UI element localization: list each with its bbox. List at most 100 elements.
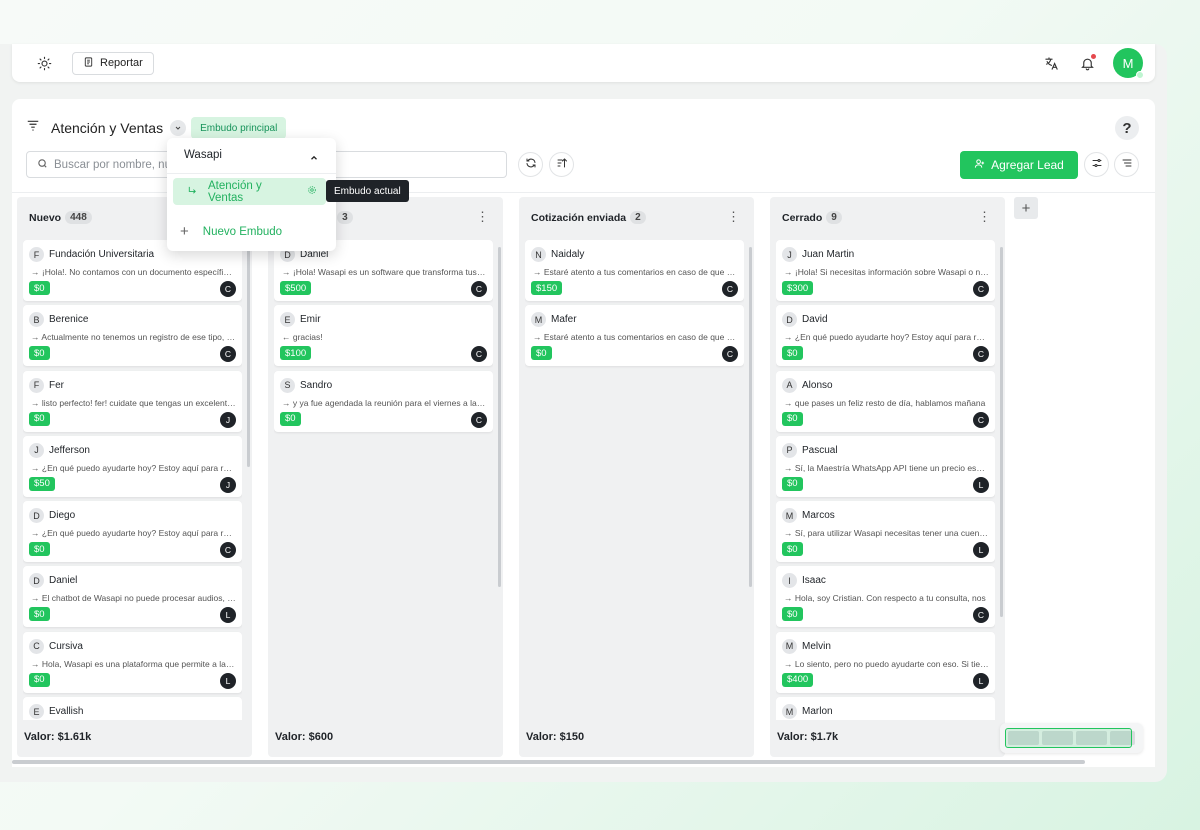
refresh-button[interactable] — [518, 152, 543, 177]
owner-avatar: L — [220, 672, 236, 689]
message-direction-icon: → — [533, 332, 542, 343]
minimap-viewport[interactable] — [1005, 728, 1132, 748]
lead-card[interactable]: P Pascual → Sí, la Maestría WhatsApp API… — [776, 435, 995, 497]
last-message: → Sí, para utilizar Wasapi necesitas ten… — [784, 528, 989, 538]
lead-card[interactable]: D David → ¿En qué puedo ayudarte hoy? Es… — [776, 305, 995, 367]
funnel-dropdown: Wasapi Atención y Ventas + Nuevo Embudo — [167, 138, 336, 251]
lead-card-header: A Alonso — [782, 377, 833, 393]
lead-card[interactable]: J Juan Martin → ¡Hola! Si necesitas info… — [776, 240, 995, 301]
dropdown-item-new-funnel[interactable]: + Nuevo Embudo — [180, 223, 282, 240]
owner-avatar: C — [722, 281, 738, 297]
avatar-letter: M — [1122, 55, 1134, 71]
lead-value-badge: $0 — [29, 411, 50, 426]
sort-button[interactable] — [549, 152, 574, 177]
last-message-text: Estaré atento a tus comentarios en caso … — [543, 332, 738, 343]
lead-card[interactable]: C Cursiva → Hola, Wasapi es una platafor… — [23, 631, 242, 693]
lead-name: Sandro — [300, 379, 333, 391]
add-user-icon — [974, 158, 985, 172]
view-options-button[interactable] — [1114, 152, 1139, 177]
dropdown-group-title[interactable]: Wasapi — [184, 149, 222, 161]
owner-avatar: C — [973, 411, 989, 428]
dropdown-item-current-funnel[interactable]: Atención y Ventas — [173, 178, 326, 205]
last-message: → Lo siento, pero no puedo ayudarte con … — [784, 659, 989, 669]
lead-avatar: M — [782, 508, 797, 524]
column-scrollbar[interactable] — [498, 247, 501, 587]
owner-avatar: C — [722, 346, 738, 363]
lead-card[interactable]: D Daniel → El chatbot de Wasapi no puede… — [23, 566, 242, 628]
owner-avatar: C — [973, 607, 989, 624]
filter-settings-button[interactable] — [1084, 152, 1109, 177]
lead-card[interactable]: I Isaac → Hola, soy Cristian. Con respec… — [776, 566, 995, 628]
lead-name: Evallish — [49, 706, 84, 718]
lead-value-badge: $300 — [782, 281, 814, 295]
chevron-up-icon[interactable] — [309, 150, 319, 168]
horizontal-scrollbar[interactable] — [12, 760, 1085, 764]
lead-card[interactable]: E Emir ← gracias! $100 C — [274, 305, 493, 367]
bell-icon[interactable] — [1077, 53, 1097, 73]
help-button[interactable]: ? — [1115, 116, 1139, 140]
lead-card[interactable]: F Fer → listo perfecto! fer! cuidate que… — [23, 370, 242, 432]
lead-card[interactable]: D Diego → ¿En qué puedo ayudarte hoy? Es… — [23, 501, 242, 563]
lead-card-header: E Emir — [280, 312, 321, 328]
message-direction-icon: → — [784, 462, 793, 473]
lead-card[interactable]: M Marcos → Sí, para utilizar Wasapi nece… — [776, 501, 995, 563]
last-message: → Actualmente no tenemos un registro de … — [31, 332, 236, 342]
gear-icon[interactable] — [307, 185, 317, 198]
lead-card[interactable]: E Evallish → $0 C — [23, 697, 242, 720]
lead-card[interactable]: B Berenice → Actualmente no tenemos un r… — [23, 305, 242, 367]
board-minimap[interactable] — [1000, 723, 1143, 753]
last-message: → ¿En qué puedo ayudarte hoy? Estoy aquí… — [784, 332, 989, 342]
column-scrollbar[interactable] — [1000, 247, 1003, 617]
user-avatar[interactable]: M — [1113, 48, 1144, 79]
owner-avatar: C — [973, 346, 989, 363]
sort-icon — [556, 156, 568, 174]
last-message-text: ¡Hola! Si necesitas información sobre Wa… — [794, 267, 989, 277]
lead-card[interactable]: M Mafer → Estaré atento a tus comentario… — [525, 305, 744, 367]
lead-value-badge: $0 — [29, 346, 50, 361]
lead-card[interactable]: J Jefferson → ¿En qué puedo ayudarte hoy… — [23, 435, 242, 497]
add-lead-button[interactable]: Agregar Lead — [960, 151, 1078, 179]
column-title: Cotización enviada — [531, 211, 627, 224]
more-vertical-icon[interactable]: ⋮ — [727, 210, 740, 223]
lead-value-badge: $0 — [29, 542, 50, 557]
kanban-column: Cerrado 9 ⋮ J Juan Martin → ¡Hola! Si ne… — [770, 197, 1005, 757]
column-title: Cerrado — [782, 211, 823, 224]
lead-card[interactable]: M Marlon → $0 C — [776, 697, 995, 720]
lead-value-badge: $0 — [782, 411, 803, 426]
lead-name: Marlon — [802, 706, 833, 718]
column-scrollbar[interactable] — [749, 247, 752, 587]
last-message-text: Lo siento, pero no puedo ayudarte con es… — [794, 658, 989, 669]
funnel-select-chevron-icon[interactable] — [170, 120, 187, 136]
lead-avatar: F — [29, 377, 44, 393]
add-column-button[interactable]: + — [1014, 197, 1038, 219]
last-message-text: Estaré atento a tus comentarios en caso … — [543, 267, 738, 277]
sub-arrow-icon — [187, 185, 198, 199]
column-scrollbar[interactable] — [247, 247, 250, 467]
online-indicator — [1136, 71, 1144, 79]
lead-card[interactable]: S Sandro → y ya fue agendada la reunión … — [274, 370, 493, 432]
more-vertical-icon[interactable]: ⋮ — [978, 210, 991, 223]
more-vertical-icon[interactable]: ⋮ — [476, 210, 489, 223]
lead-avatar: D — [29, 573, 44, 589]
lead-card-header: S Sandro — [280, 377, 333, 393]
kanban-column: Nuevo 448 ⋮ F Fundación Universitaria → … — [17, 197, 252, 757]
lead-name: Jefferson — [49, 444, 90, 456]
column-total-value: Valor: $600 — [275, 731, 334, 743]
lead-card[interactable]: N Naidaly → Estaré atento a tus comentar… — [525, 240, 744, 301]
theme-toggle-icon[interactable] — [34, 53, 54, 73]
lead-avatar: C — [29, 638, 44, 654]
translate-icon[interactable] — [1041, 53, 1061, 73]
lead-value-badge: $0 — [29, 672, 50, 687]
report-button[interactable]: Reportar — [72, 51, 154, 75]
owner-avatar: L — [220, 607, 236, 624]
lead-name: Fer — [49, 379, 64, 391]
lead-name: Emir — [300, 314, 321, 326]
lead-card-header: C Cursiva — [29, 638, 83, 654]
last-message: → Sí, la Maestría WhatsApp API tiene un … — [784, 463, 989, 473]
lead-card-header: P Pascual — [782, 442, 838, 458]
lead-avatar: N — [531, 247, 546, 262]
last-message: → que pases un feliz resto de día, habla… — [784, 398, 989, 408]
last-message-text: ¡Hola! Wasapi es un software que transfo… — [292, 267, 487, 277]
lead-card[interactable]: M Melvin → Lo siento, pero no puedo ayud… — [776, 631, 995, 693]
lead-card[interactable]: A Alonso → que pases un feliz resto de d… — [776, 370, 995, 432]
